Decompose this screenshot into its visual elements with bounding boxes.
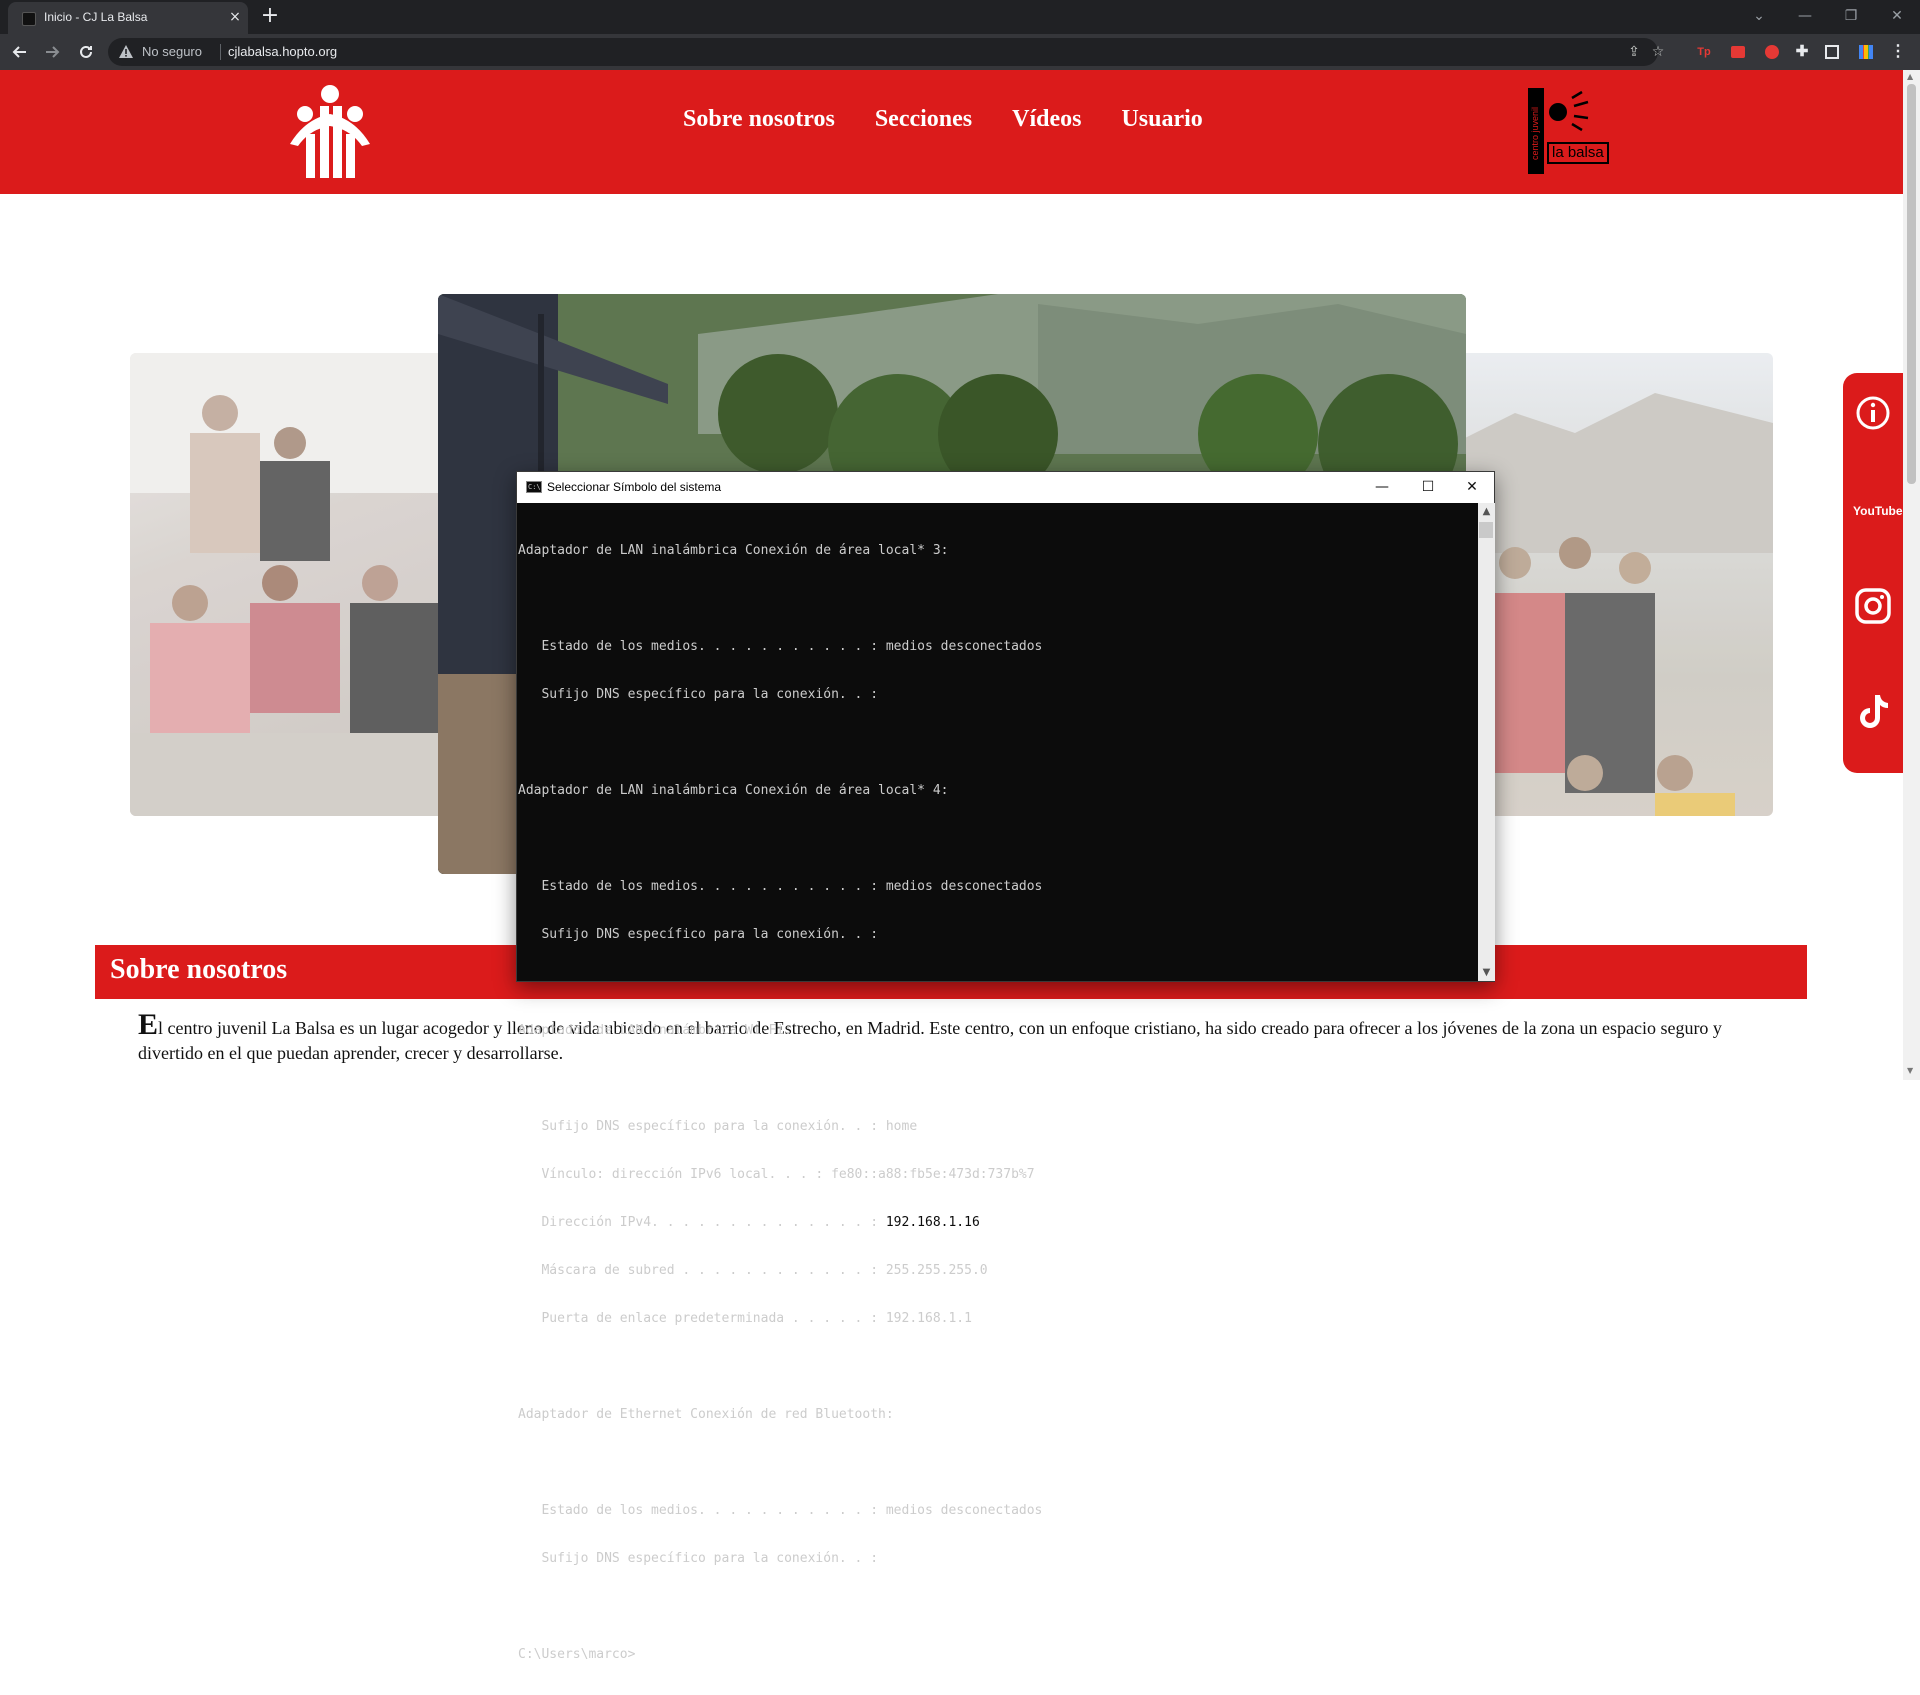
cmd-line: [518, 975, 1476, 991]
cmd-line: Adaptador de LAN inalámbrica Conexión de…: [518, 783, 949, 798]
ipv4-value-selected[interactable]: 192.168.1.16: [885, 1215, 980, 1230]
cmd-prompt[interactable]: C:\Users\marco>: [518, 1647, 1476, 1663]
cmd-line: Puerta de enlace predeterminada . . . . …: [518, 1311, 972, 1326]
forward-button[interactable]: [38, 38, 66, 66]
youtube-label: YouTube: [1853, 504, 1903, 518]
url-text[interactable]: cjlabalsa.hopto.org: [228, 44, 337, 59]
info-icon[interactable]: [1853, 393, 1893, 433]
ipv4-label: Dirección IPv4. . . . . . . . . . . . . …: [518, 1215, 886, 1230]
tab-inicio[interactable]: Inicio - CJ La Balsa ×: [8, 2, 248, 34]
brand-vertical-text: centro juvenil: [1530, 106, 1540, 160]
extension-video-icon[interactable]: [1728, 42, 1748, 62]
cmd-line: Adaptador de Ethernet Conexión de red Bl…: [518, 1407, 894, 1422]
cmd-scrollbar[interactable]: ▲ ▼: [1478, 503, 1495, 981]
back-button[interactable]: [6, 38, 34, 66]
browser-toolbar: No seguro cjlabalsa.hopto.org ⇪ ☆ Tp ✚ ⋮: [0, 34, 1920, 70]
cmd-line: [518, 735, 1476, 751]
cmd-minimize-button[interactable]: —: [1359, 472, 1405, 503]
url-divider: [220, 44, 221, 60]
side-panel-icon[interactable]: [1822, 42, 1842, 62]
page-scrollbar[interactable]: ▲ ▼: [1903, 70, 1920, 1080]
site-header: Sobre nosotros Secciones Vídeos Usuario …: [0, 70, 1903, 194]
cmd-line: Sufijo DNS específico para la conexión. …: [518, 1119, 918, 1134]
cmd-line: [518, 1071, 1476, 1087]
cmd-line: [518, 591, 1476, 607]
bookmark-star-icon[interactable]: ☆: [1648, 42, 1668, 62]
cmd-line: Sufijo DNS específico para la conexión. …: [518, 687, 879, 702]
restore-button[interactable]: ❐: [1836, 4, 1866, 28]
cmd-line: Sufijo DNS específico para la conexión. …: [518, 1551, 879, 1566]
extension-tp-icon[interactable]: Tp: [1694, 42, 1714, 62]
scroll-down-arrow-icon[interactable]: ▼: [1907, 1066, 1913, 1075]
warning-icon: [119, 45, 133, 58]
cmd-app-icon: C:\: [526, 481, 542, 493]
apps-grid-icon[interactable]: [1856, 42, 1876, 62]
reload-icon: [80, 45, 92, 58]
cmd-line: [518, 1599, 1476, 1615]
share-icon[interactable]: ⇪: [1624, 42, 1644, 62]
page-scroll-thumb[interactable]: [1907, 84, 1916, 484]
cmd-line: Estado de los medios. . . . . . . . . . …: [518, 1503, 1043, 1518]
drop-cap: E: [138, 1008, 159, 1041]
la-balsa-logo[interactable]: centro juvenil la balsa: [1528, 88, 1614, 174]
cmd-line: Adaptador de LAN inalámbrica Conexión de…: [518, 543, 949, 558]
cmd-line: [518, 831, 1476, 847]
favicon-icon: [22, 12, 36, 26]
carousel-photo-left[interactable]: [130, 353, 450, 816]
cmd-line: [518, 1455, 1476, 1471]
browser-window: Inicio - CJ La Balsa × + ⌄ — ❐ ✕ No segu…: [0, 0, 1920, 1662]
cmd-titlebar[interactable]: C:\ Seleccionar Símbolo del sistema — ☐ …: [517, 472, 1494, 503]
nav-videos[interactable]: Vídeos: [1012, 106, 1081, 133]
extensions-puzzle-icon[interactable]: ✚: [1792, 42, 1812, 62]
cmd-maximize-button[interactable]: ☐: [1405, 472, 1451, 503]
cmd-line: Sufijo DNS específico para la conexión. …: [518, 927, 879, 942]
cmd-line: Adaptador de LAN inalámbrica Wi-Fi:: [518, 1023, 792, 1038]
carousel-photo-right[interactable]: [1455, 353, 1773, 816]
cmd-line: Máscara de subred . . . . . . . . . . . …: [518, 1263, 988, 1278]
instagram-icon[interactable]: [1853, 586, 1893, 626]
cmd-scroll-thumb[interactable]: [1479, 522, 1493, 538]
minimize-button[interactable]: —: [1790, 4, 1820, 28]
salesian-logo-icon[interactable]: [280, 84, 380, 180]
close-window-button[interactable]: ✕: [1882, 4, 1912, 28]
youtube-icon[interactable]: YouTube: [1853, 491, 1903, 531]
cmd-window[interactable]: C:\ Seleccionar Símbolo del sistema — ☐ …: [516, 471, 1495, 1662]
tab-search-icon[interactable]: ⌄: [1744, 4, 1774, 28]
cmd-ipv4-line: Dirección IPv4. . . . . . . . . . . . . …: [518, 1215, 1476, 1231]
nav-sobre-nosotros[interactable]: Sobre nosotros: [683, 106, 835, 133]
tab-title: Inicio - CJ La Balsa: [44, 10, 148, 24]
arrow-left-icon: [12, 46, 26, 58]
cmd-line: Estado de los medios. . . . . . . . . . …: [518, 879, 1043, 894]
nav-usuario[interactable]: Usuario: [1121, 106, 1202, 133]
mountain-group-image: [1455, 393, 1773, 816]
cmd-line: Estado de los medios. . . . . . . . . . …: [518, 639, 1043, 654]
reload-button[interactable]: [72, 38, 100, 66]
cmd-output[interactable]: Adaptador de LAN inalámbrica Conexión de…: [518, 511, 1476, 1662]
security-label[interactable]: No seguro: [142, 44, 202, 59]
main-nav: Sobre nosotros Secciones Vídeos Usuario: [683, 106, 1203, 133]
extension-badge-icon[interactable]: [1762, 42, 1782, 62]
section-title: Sobre nosotros: [110, 954, 288, 985]
cmd-scroll-down-icon[interactable]: ▼: [1478, 964, 1495, 981]
group-photo-image: [130, 353, 450, 816]
sun-lamp-icon: [1549, 90, 1589, 132]
cmd-scroll-up-icon[interactable]: ▲: [1478, 503, 1495, 520]
brand-name: la balsa: [1547, 142, 1609, 164]
tiktok-icon[interactable]: [1853, 691, 1893, 731]
cmd-line: [518, 1359, 1476, 1375]
address-bar[interactable]: No seguro cjlabalsa.hopto.org ⇪ ☆: [108, 38, 1664, 66]
tab-bar: Inicio - CJ La Balsa × + ⌄ — ❐ ✕: [0, 0, 1920, 34]
new-tab-button[interactable]: +: [258, 5, 282, 29]
tab-close-icon[interactable]: ×: [226, 8, 244, 26]
scroll-up-arrow-icon[interactable]: ▲: [1907, 72, 1913, 81]
social-sidebar: YouTube: [1843, 373, 1903, 773]
nav-secciones[interactable]: Secciones: [875, 106, 972, 133]
cmd-line: Vínculo: dirección IPv6 local. . . : fe8…: [518, 1167, 1035, 1182]
menu-kebab-icon[interactable]: ⋮: [1888, 42, 1908, 62]
arrow-right-icon: [46, 46, 60, 58]
cmd-close-button[interactable]: ✕: [1449, 472, 1495, 503]
cmd-title: Seleccionar Símbolo del sistema: [547, 480, 722, 494]
brand-vertical-bar: centro juvenil: [1528, 88, 1544, 174]
